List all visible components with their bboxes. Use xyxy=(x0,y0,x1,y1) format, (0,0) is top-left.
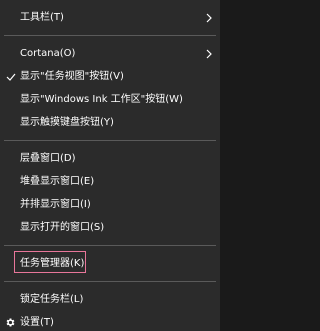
menu-item-label: 任务管理器(K) xyxy=(20,258,85,269)
menu-item-show-open-windows[interactable]: 显示打开的窗口(S) xyxy=(0,216,220,239)
menu-item-cortana[interactable]: Cortana(O) xyxy=(0,42,220,65)
menu-item-label: 锁定任务栏(L) xyxy=(20,294,84,305)
menu-item-cascade-windows[interactable]: 层叠窗口(D) xyxy=(0,147,220,170)
menu-separator xyxy=(4,281,216,282)
menu-item-task-manager[interactable]: 任务管理器(K) xyxy=(0,251,220,275)
menu-item-label: 堆叠显示窗口(E) xyxy=(20,176,95,187)
menu-separator xyxy=(4,140,216,141)
menu-item-label: 显示"Windows Ink 工作区"按钮(W) xyxy=(20,94,183,105)
chevron-right-icon xyxy=(204,6,214,29)
menu-separator xyxy=(4,245,216,246)
menu-item-label: 并排显示窗口(I) xyxy=(20,199,91,210)
menu-item-label: 设置(T) xyxy=(20,317,54,328)
menu-item-show-touch-keyboard-button[interactable]: 显示触摸键盘按钮(Y) xyxy=(0,111,220,134)
checkmark-icon xyxy=(5,65,16,88)
menu-item-label: 工具栏(T) xyxy=(20,12,64,23)
menu-item-show-task-view-button[interactable]: 显示"任务视图"按钮(V) xyxy=(0,65,220,88)
menu-item-label: Cortana(O) xyxy=(20,48,76,59)
gear-icon xyxy=(4,311,16,331)
menu-separator xyxy=(4,35,216,36)
menu-item-show-windows-stacked[interactable]: 堆叠显示窗口(E) xyxy=(0,170,220,193)
menu-item-label: 显示打开的窗口(S) xyxy=(20,222,105,233)
menu-item-show-windows-ink-button[interactable]: 显示"Windows Ink 工作区"按钮(W) xyxy=(0,88,220,111)
menu-item-lock-taskbar[interactable]: 锁定任务栏(L) xyxy=(0,288,220,311)
taskbar-context-menu: 工具栏(T) Cortana(O) 显示"任务视图"按钮(V) 显示"Windo… xyxy=(0,0,220,331)
menu-item-label: 显示触摸键盘按钮(Y) xyxy=(20,117,114,128)
chevron-right-icon xyxy=(204,42,214,65)
menu-item-settings[interactable]: 设置(T) xyxy=(0,311,220,331)
menu-item-show-windows-side-by-side[interactable]: 并排显示窗口(I) xyxy=(0,193,220,216)
menu-item-toolbars[interactable]: 工具栏(T) xyxy=(0,6,220,29)
menu-item-label: 显示"任务视图"按钮(V) xyxy=(20,71,124,82)
menu-item-label: 层叠窗口(D) xyxy=(20,153,76,164)
